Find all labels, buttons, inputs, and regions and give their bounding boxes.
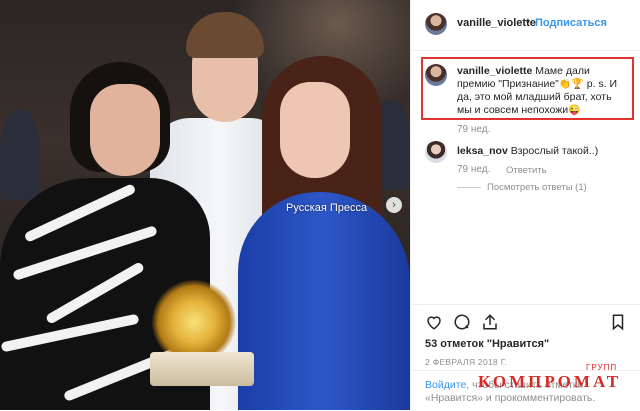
- post-caption: vanille_violette Маме дали премию "Призн…: [457, 65, 629, 117]
- award-base: [150, 352, 254, 386]
- caption-username[interactable]: vanille_violette: [457, 65, 532, 77]
- separator-dot: •: [526, 16, 530, 28]
- caption-avatar[interactable]: [425, 64, 447, 86]
- likes-count[interactable]: 53 отметок "Нравится": [425, 338, 549, 350]
- post-photo[interactable]: Русская Пресса ›: [0, 0, 410, 410]
- kompromat-logo: КОМПРОМАТ: [478, 372, 622, 391]
- reply-button[interactable]: Ответить: [506, 165, 547, 176]
- username-link[interactable]: vanille_violette: [457, 17, 536, 29]
- heart-icon[interactable]: [425, 313, 443, 331]
- young-woman-face: [280, 82, 350, 178]
- bookmark-icon[interactable]: [609, 313, 627, 331]
- background-person: [0, 110, 40, 200]
- avatar[interactable]: [425, 13, 447, 35]
- chevron-right-icon[interactable]: ›: [386, 197, 402, 213]
- kompromat-logo-sup: ГРУПП: [586, 363, 618, 372]
- comment-icon[interactable]: [453, 313, 471, 331]
- replies-line: [457, 186, 481, 188]
- comment-text: leksa_nov Взрослый такой..): [457, 145, 598, 157]
- post-sidebar: vanille_violette • Подписаться vanille_v…: [410, 0, 640, 410]
- wink-emoji: 😜: [568, 105, 581, 116]
- comment-username[interactable]: leksa_nov: [457, 145, 508, 157]
- photo-watermark: Русская Пресса: [286, 202, 368, 214]
- post-header: vanille_violette • Подписаться: [411, 0, 640, 51]
- blue-dress: [238, 192, 410, 410]
- share-icon[interactable]: [481, 313, 499, 331]
- view-replies-label: Посмотреть ответы (1): [487, 182, 587, 193]
- follow-button[interactable]: Подписаться: [535, 17, 607, 29]
- clap-trophy-emoji: 👏🏆: [558, 79, 584, 90]
- comment-body: Взрослый такой..): [507, 145, 599, 157]
- login-link[interactable]: Войдите: [425, 379, 466, 391]
- woman-face: [90, 84, 160, 176]
- commenter-avatar[interactable]: [425, 141, 447, 163]
- view-replies-button[interactable]: Посмотреть ответы (1): [457, 182, 587, 193]
- action-bar: [411, 304, 640, 339]
- comment-timestamp: 79 нед.: [457, 164, 491, 175]
- caption-timestamp: 79 нед.: [457, 124, 491, 135]
- post-date: 2 ФЕВРАЛЯ 2018 Г.: [425, 357, 508, 367]
